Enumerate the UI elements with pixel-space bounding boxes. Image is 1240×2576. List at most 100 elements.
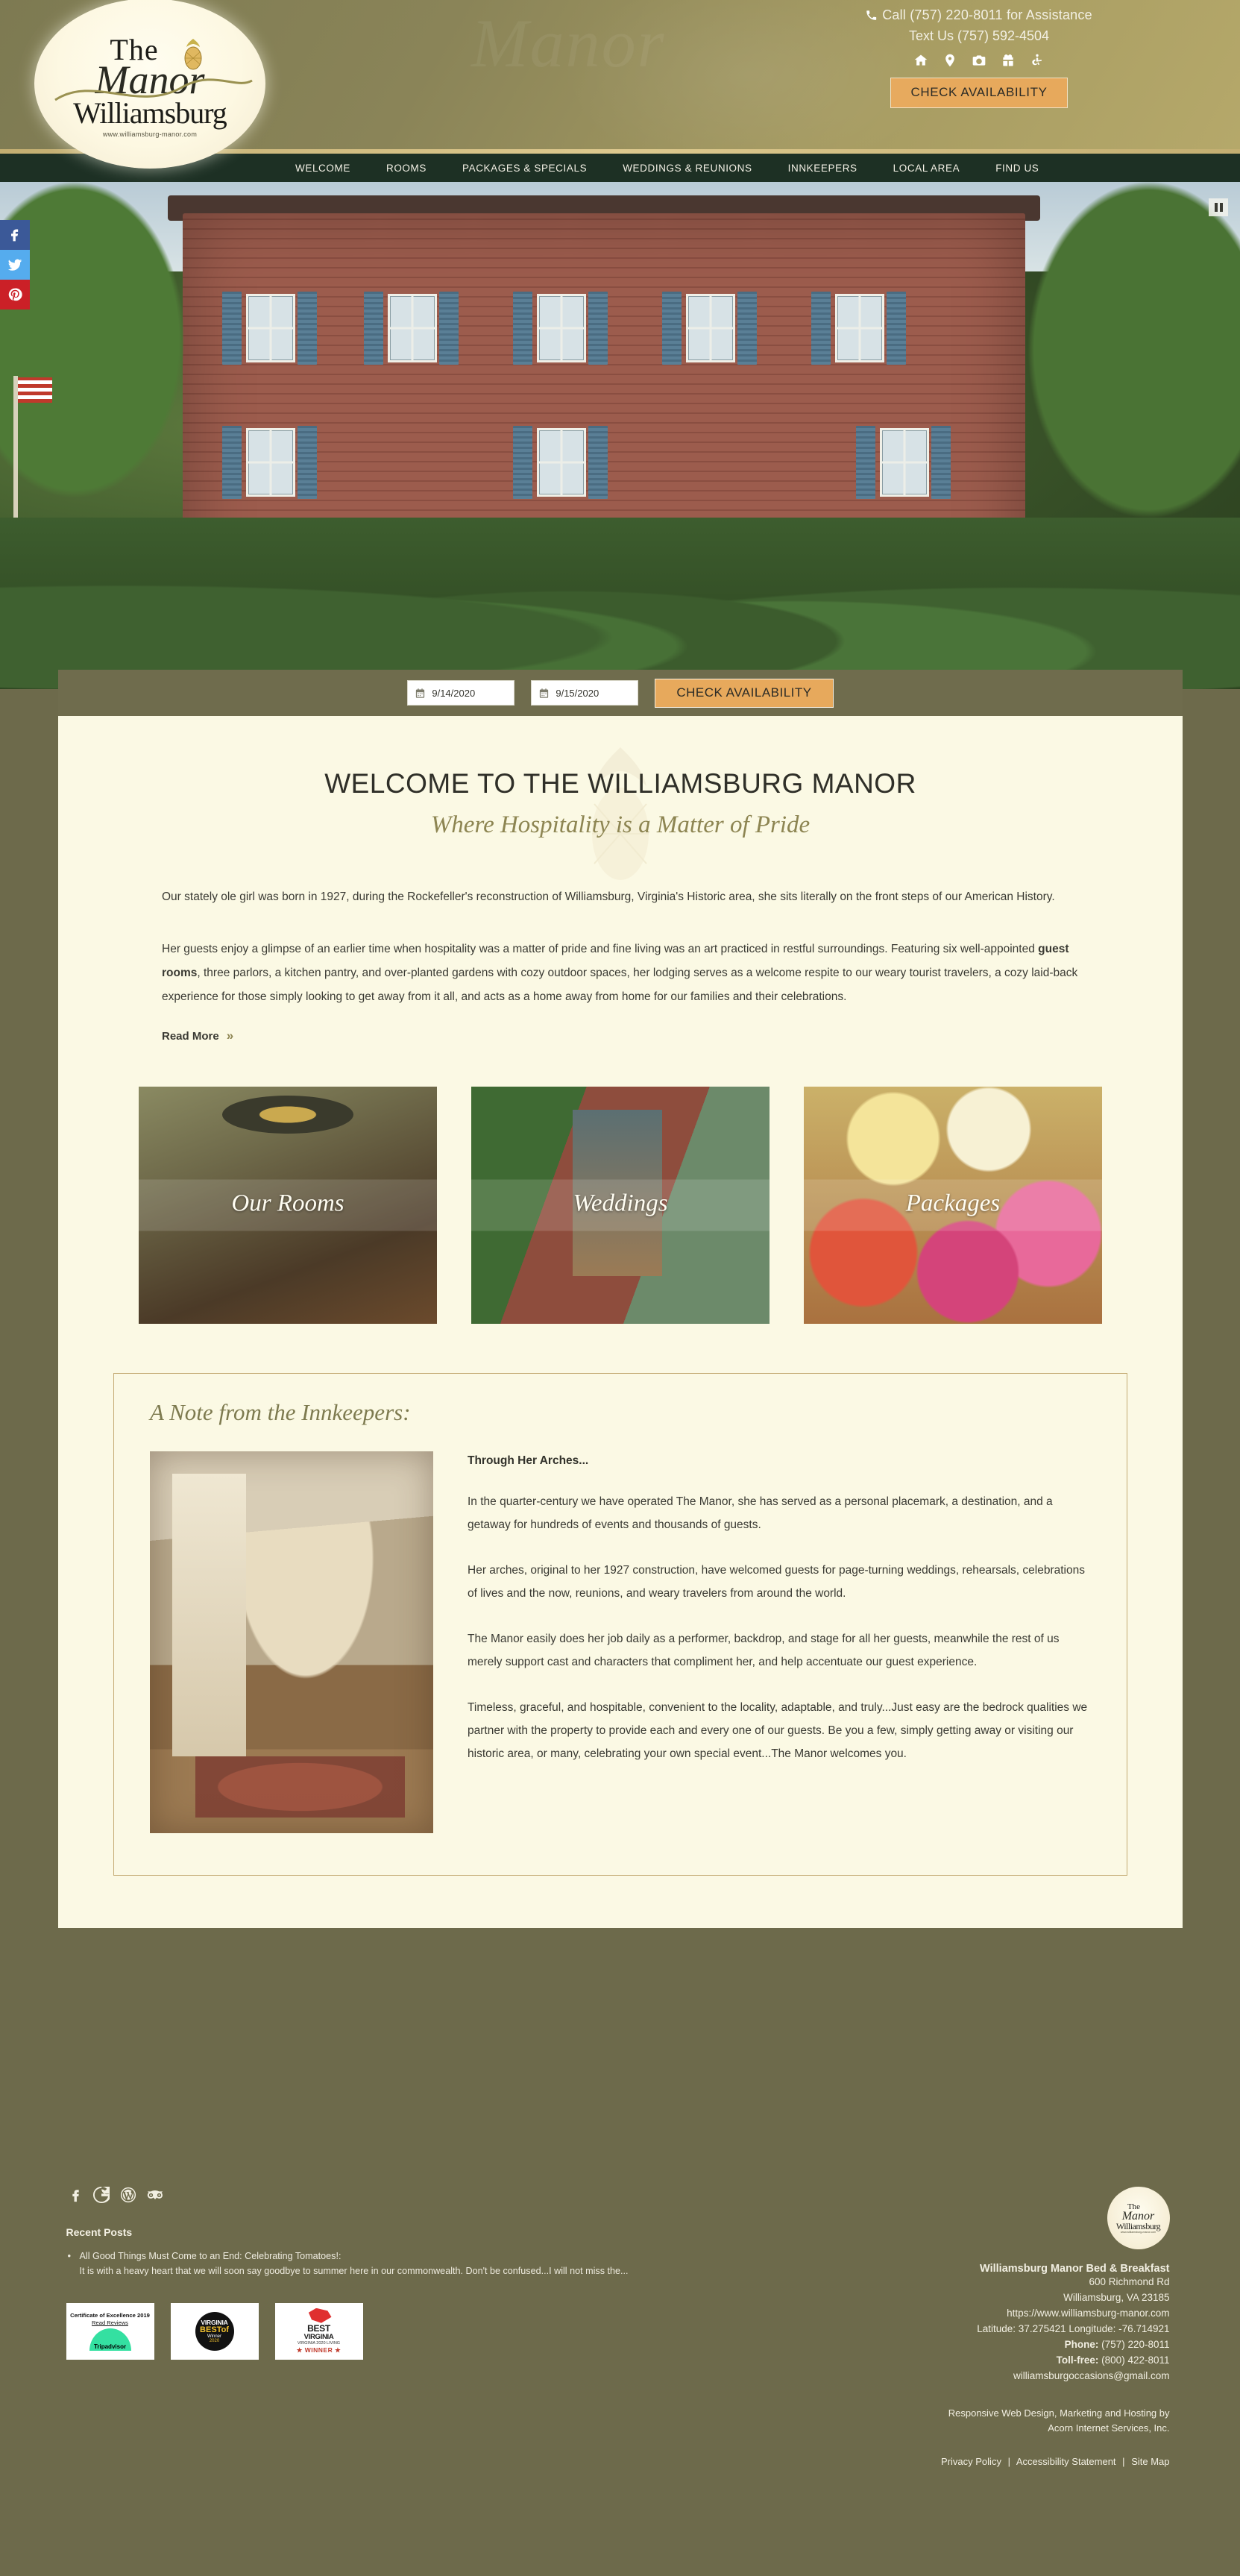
- footer-address-1: 600 Richmond Rd: [1089, 2276, 1170, 2287]
- recent-post-item: All Good Things Must Come to an End: Cel…: [66, 2248, 706, 2279]
- wordpress-icon[interactable]: [120, 2187, 136, 2207]
- innkeepers-paragraph-1: In the quarter-century we have operated …: [468, 1495, 1053, 1531]
- footer-phone-value[interactable]: (757) 220-8011: [1101, 2339, 1169, 2350]
- checkin-date-value: 9/14/2020: [432, 687, 476, 699]
- badge-line-5: ★ WINNER ★: [296, 2346, 342, 2354]
- footer-tollfree-value[interactable]: (800) 422-8011: [1101, 2354, 1169, 2366]
- social-share-rail: [0, 220, 30, 310]
- footer-phone-row: Phone: (757) 220-8011: [706, 2337, 1170, 2353]
- recent-post-title[interactable]: All Good Things Must Come to an End: Cel…: [80, 2251, 342, 2261]
- footer-website[interactable]: https://www.williamsburg-manor.com: [706, 2306, 1169, 2322]
- nav-item-weddings-reunions[interactable]: WEDDINGS & REUNIONS: [605, 163, 770, 174]
- pineapple-icon: [184, 39, 202, 70]
- badge-line-4: VIRGINIA 2020 LIVING: [297, 2340, 341, 2346]
- innkeepers-note-inner: Through Her Arches... In the quarter-cen…: [150, 1451, 1091, 1833]
- checkout-date-value: 9/15/2020: [556, 687, 599, 699]
- feature-card-rooms-label: Our Rooms: [139, 1179, 437, 1231]
- nav-item-innkeepers[interactable]: INNKEEPERS: [770, 163, 875, 174]
- text-us-line[interactable]: Text Us (757) 592-4504: [718, 28, 1240, 44]
- badge-brand: Tripadvisor: [93, 2343, 127, 2350]
- tripadvisor-certificate-badge[interactable]: Certificate of Excellence 2019 Read Revi…: [66, 2302, 154, 2360]
- best-of-virginia-winner-badge[interactable]: BEST VIRGINIA VIRGINIA 2020 LIVING ★ WIN…: [274, 2302, 363, 2360]
- facebook-share-icon[interactable]: [0, 220, 30, 250]
- accessibility-icon[interactable]: [1030, 53, 1045, 68]
- twitter-share-icon[interactable]: [0, 250, 30, 280]
- badge-line-3: VIRGINIA: [303, 2332, 334, 2341]
- feature-card-weddings-label: Weddings: [471, 1179, 770, 1231]
- home-icon[interactable]: [913, 53, 928, 68]
- innkeepers-paragraph-2: Her arches, original to her 1927 constru…: [468, 1563, 1085, 1600]
- calendar-icon: [540, 688, 549, 698]
- page-heading-block: WELCOME TO THE WILLIAMSBURG MANOR Where …: [58, 747, 1183, 880]
- feature-card-row: Our Rooms Weddings Packages: [58, 1086, 1183, 1324]
- logo-url: www.williamsburg-manor.com: [102, 130, 198, 138]
- intro-p2-part-a: Her guests enjoy a glimpse of an earlier…: [162, 942, 1039, 955]
- feature-card-packages[interactable]: Packages: [804, 1086, 1102, 1324]
- booking-bar: 9/14/2020 9/15/2020 CHECK AVAILABILITY: [58, 670, 1183, 716]
- innkeepers-note-text: Through Her Arches... In the quarter-cen…: [468, 1451, 1091, 1833]
- google-icon[interactable]: [92, 2183, 113, 2207]
- watermark-text: Manor: [470, 5, 666, 81]
- feature-card-rooms[interactable]: Our Rooms: [139, 1086, 437, 1324]
- footer-logo-url: www.williamsburg-manor.com: [1120, 2231, 1156, 2234]
- footer-latlong: Latitude: 37.275421 Longitude: -76.71492…: [977, 2322, 1170, 2334]
- award-badge-row: Certificate of Excellence 2019 Read Revi…: [66, 2302, 706, 2360]
- badge-read-reviews-link[interactable]: Read Reviews: [92, 2319, 128, 2326]
- footer-link-accessibility-statement[interactable]: Accessibility Statement: [1016, 2456, 1116, 2467]
- footer-email[interactable]: williamsburgoccasions@gmail.com: [706, 2369, 1170, 2384]
- camera-icon[interactable]: [972, 53, 986, 68]
- hero-slideshow: [0, 182, 1240, 689]
- facebook-icon[interactable]: [66, 2187, 83, 2207]
- badge-seal: VIRGINIA BESTof Winner 2020: [195, 2311, 234, 2351]
- page-root: Manor Call (757) 220-8011 for Assistance…: [0, 0, 1240, 2576]
- recent-posts-heading: Recent Posts: [66, 2226, 133, 2238]
- intro-paragraph-1: Our stately ole girl was born in 1927, d…: [162, 890, 1055, 903]
- garden-hedges: [0, 518, 1240, 689]
- innkeepers-arch-photo: [150, 1451, 433, 1833]
- call-line[interactable]: Call (757) 220-8011 for Assistance: [718, 7, 1240, 23]
- checkout-date-field[interactable]: 9/15/2020: [531, 680, 639, 706]
- nav-item-find-us[interactable]: FIND US: [978, 163, 1057, 174]
- footer-logo-williamsburg: Williamsburg: [1115, 2221, 1161, 2232]
- footer-link-site-map[interactable]: Site Map: [1131, 2456, 1169, 2467]
- read-more-link[interactable]: Read More »: [162, 1029, 233, 1043]
- footer-link-privacy-policy[interactable]: Privacy Policy: [941, 2456, 1001, 2467]
- footer-link-separator: |: [1007, 2456, 1010, 2468]
- map-pin-icon[interactable]: [942, 53, 957, 68]
- quick-icon-row: [718, 53, 1240, 68]
- pinterest-share-icon[interactable]: [0, 280, 30, 310]
- top-check-availability-button[interactable]: CHECK AVAILABILITY: [890, 78, 1068, 108]
- page-title: WELCOME TO THE WILLIAMSBURG MANOR: [324, 768, 916, 799]
- feature-card-weddings[interactable]: Weddings: [471, 1086, 770, 1324]
- badge-line-3: BESTof: [200, 2325, 229, 2335]
- footer-credit-line-1: Responsive Web Design, Marketing and Hos…: [948, 2407, 1170, 2419]
- footer-tollfree-row: Toll-free: (800) 422-8011: [706, 2353, 1170, 2369]
- tree-left: [0, 182, 209, 533]
- nav-item-local-area[interactable]: LOCAL AREA: [875, 163, 978, 174]
- nav-item-welcome[interactable]: WELCOME: [277, 163, 368, 174]
- booking-check-availability-button[interactable]: CHECK AVAILABILITY: [655, 678, 834, 708]
- feature-card-packages-label: Packages: [804, 1179, 1102, 1231]
- footer-business-name: Williamsburg Manor Bed & Breakfast: [980, 2263, 1170, 2275]
- gift-icon[interactable]: [1001, 53, 1016, 68]
- coastal-virginia-best-of-badge[interactable]: VIRGINIA BESTof Winner 2020: [170, 2302, 259, 2360]
- tripadvisor-icon[interactable]: [147, 2187, 163, 2207]
- footer-legal-links: Privacy Policy | Accessibility Statement…: [706, 2456, 1169, 2468]
- nav-item-rooms[interactable]: ROOMS: [368, 163, 444, 174]
- footer-logo-manor: Manor: [1121, 2209, 1155, 2222]
- footer-logo[interactable]: The Manor Williamsburg www.williamsburg-…: [1107, 2187, 1170, 2249]
- intro-paragraph-2: Her guests enjoy a glimpse of an earlier…: [162, 937, 1079, 1009]
- recent-posts-list: All Good Things Must Come to an End: Cel…: [66, 2248, 706, 2279]
- nav-item-packages-specials[interactable]: PACKAGES & SPECIALS: [444, 163, 605, 174]
- innkeepers-paragraph-3: The Manor easily does her job daily as a…: [468, 1632, 1060, 1668]
- recent-post-excerpt: It is with a heavy heart that we will so…: [79, 2266, 629, 2277]
- logo-flourish: [54, 78, 253, 101]
- site-footer: Recent Posts All Good Things Must Come t…: [0, 2155, 1240, 2576]
- calendar-icon: [416, 688, 425, 698]
- tripadvisor-owl-icon: Tripadvisor: [89, 2328, 131, 2351]
- footer-credit-line-2[interactable]: Acorn Internet Services, Inc.: [706, 2421, 1169, 2436]
- checkin-date-field[interactable]: 9/14/2020: [407, 680, 515, 706]
- footer-tollfree-label: Toll-free:: [1056, 2354, 1099, 2366]
- slideshow-pause-button[interactable]: [1209, 198, 1228, 216]
- site-logo[interactable]: The Manor Williamsburg www.williamsburg-…: [34, 0, 265, 169]
